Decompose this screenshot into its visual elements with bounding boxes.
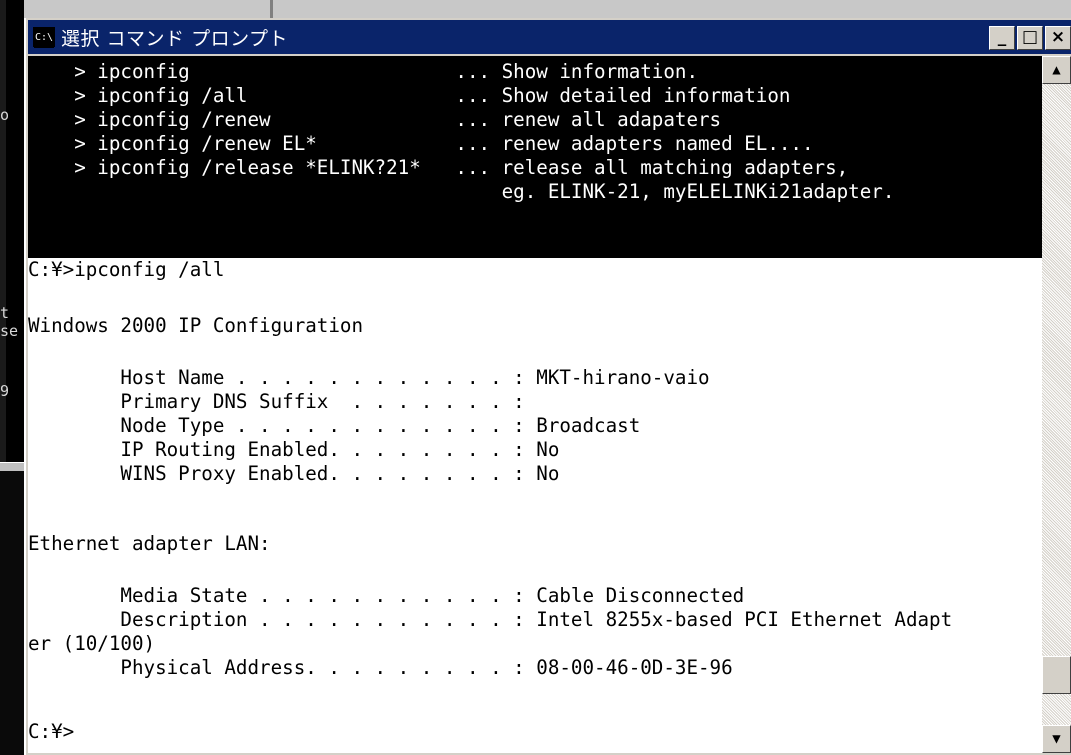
output-line: er (10/100) — [28, 632, 156, 655]
help-line: > ipconfig /renew ... renew all adapater… — [28, 108, 722, 131]
selected-text-region[interactable]: > ipconfig ... Show information. > ipcon… — [28, 56, 1042, 258]
output-line: Physical Address. . . . . . . . . : 08-0… — [28, 656, 733, 679]
output-line: IP Routing Enabled. . . . . . . . : No — [28, 438, 560, 461]
help-line: eg. ELINK-21, myELELINKi21adapter. — [28, 180, 895, 203]
scroll-up-button[interactable]: ▲ — [1042, 56, 1071, 84]
output-line: C:¥>ipconfig /all — [28, 258, 225, 281]
background-text-fragment: t — [0, 304, 10, 322]
scroll-down-button[interactable]: ▼ — [1042, 725, 1071, 753]
output-line: Primary DNS Suffix . . . . . . . : — [28, 390, 525, 413]
output-line: Windows 2000 IP Configuration — [28, 314, 364, 337]
output-line: Description . . . . . . . . . . . : Inte… — [28, 608, 953, 631]
background-text-fragment: 9 — [0, 382, 10, 400]
output-line: WINS Proxy Enabled. . . . . . . . : No — [28, 462, 560, 485]
console-output[interactable]: > ipconfig ... Show information. > ipcon… — [28, 56, 1042, 753]
background-window[interactable]: o t se 9 — [0, 0, 24, 470]
background-window-bottom-border — [0, 462, 24, 471]
window-title: 選択 コマンド プロンプト — [61, 27, 289, 50]
background-separator — [270, 0, 273, 18]
vertical-scrollbar[interactable]: ▲ ▼ — [1042, 56, 1071, 753]
output-line: Ethernet adapter LAN: — [28, 532, 271, 555]
output-line: Media State . . . . . . . . . . . : Cabl… — [28, 584, 745, 607]
output-line: Host Name . . . . . . . . . . . . : MKT-… — [28, 366, 710, 389]
help-line: > ipconfig /all ... Show detailed inform… — [28, 84, 791, 107]
scroll-thumb[interactable] — [1042, 656, 1071, 694]
title-bar[interactable]: C:\ 選択 コマンド プロンプト _ □ × — [28, 20, 1071, 54]
window-controls: _ □ × — [987, 26, 1071, 50]
maximize-button[interactable]: □ — [1017, 26, 1043, 50]
command-prompt-window: C:\ 選択 コマンド プロンプト _ □ × > ipconfig ... S… — [24, 18, 1071, 755]
background-text-fragment: o — [0, 106, 10, 124]
help-line: > ipconfig /renew EL* ... renew adapters… — [28, 132, 814, 155]
minimize-button[interactable]: _ — [989, 26, 1015, 50]
background-text-fragment: se — [0, 322, 19, 340]
close-button[interactable]: × — [1045, 26, 1071, 50]
prompt-line: C:¥> — [28, 720, 75, 743]
background-window-strip — [0, 0, 1071, 18]
help-line: > ipconfig ... Show information. — [28, 60, 699, 83]
help-line: > ipconfig /release *ELINK?21* ... relea… — [28, 156, 849, 179]
console-icon[interactable]: C:\ — [33, 27, 55, 48]
output-line: Node Type . . . . . . . . . . . . : Broa… — [28, 414, 641, 437]
